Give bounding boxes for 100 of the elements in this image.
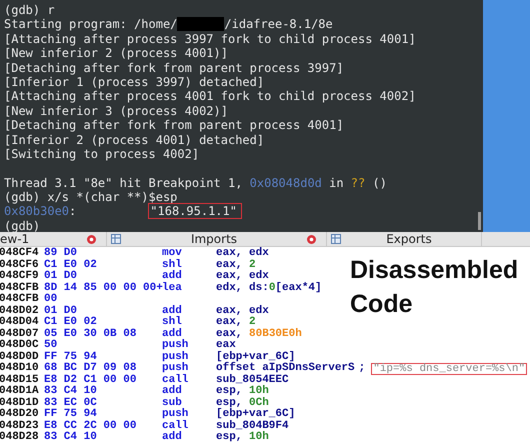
comment-separator: ; (358, 363, 366, 374)
opcode-bytes: 8D 14 85 00 00 00+ (44, 282, 162, 294)
address-text: 048CF6 (0, 260, 40, 270)
close-icon[interactable] (87, 234, 96, 244)
mnemonic-text: add (162, 386, 183, 397)
operand-text: [ebp+var_6C] (216, 352, 296, 362)
close-icon[interactable] (307, 234, 316, 244)
opcode-bytes: 01 D0 (44, 306, 78, 316)
operand-text: sub_8054EEC (216, 374, 289, 386)
terminal-text: [Switching to process 4002] (4, 146, 200, 161)
address-text: 048CFB (0, 282, 40, 294)
address-text: 048D0D (0, 352, 40, 362)
operand-text: eax, edx (216, 306, 269, 316)
mnemonic-text: shl (162, 317, 183, 328)
address-text: 048D04 (0, 317, 40, 328)
operand-text: eax, edx (216, 271, 269, 282)
terminal-text: in (328, 176, 345, 190)
terminal-text: [Detaching after fork from parent process 3997] (4, 60, 344, 75)
address-text: 048D15 (0, 374, 40, 386)
operand-text: eax, (216, 317, 244, 328)
opcode-bytes: FF 75 94 (44, 409, 98, 420)
mnemonic-text: shl (162, 260, 183, 270)
terminal-text: : (69, 204, 76, 218)
operand-text: offset aIpSDnsServerS (216, 363, 355, 374)
address-text: 048CF4 (0, 248, 40, 260)
operand-text: 10h (249, 386, 269, 397)
address-text: 048D28 (0, 432, 40, 442)
terminal-text: [Detaching after fork from parent process 4001] (4, 118, 344, 132)
terminal-text: /idafree-8.1/8e (224, 17, 333, 32)
terminal-text: 0x08048d0d (250, 176, 322, 190)
opcode-bytes: E8 D2 C1 00 00 (44, 374, 138, 386)
opcode-bytes: 00 (44, 294, 58, 306)
operand-text: edx, ds: (216, 282, 269, 294)
scrollbar-thumb[interactable] (478, 212, 481, 230)
terminal-text: [Attaching after process 4001 fork to child process 4002] (4, 89, 416, 104)
address-text: 048D10 (0, 363, 40, 374)
operand-text: eax, (216, 328, 244, 340)
mnemonic-text: push (162, 340, 190, 351)
terminal-text: 0x80b30e0 (4, 204, 70, 218)
operand-text: esp, (216, 398, 242, 408)
mnemonic-text: add (162, 271, 183, 282)
operand-text: 2 (249, 317, 256, 328)
redaction-block (177, 17, 224, 32)
mnemonic-text: add (162, 306, 183, 316)
address-text: 048D1D (0, 398, 40, 408)
mnemonic-text: push (162, 352, 190, 362)
operand-text: 10h (249, 432, 269, 442)
mnemonic-text: add (162, 328, 182, 340)
address-text: 048D23 (0, 420, 40, 432)
opcode-bytes: 83 C4 10 (44, 386, 98, 398)
opcode-bytes: 01 D0 (44, 271, 78, 282)
address-text: 048D1A (0, 386, 40, 398)
terminal-text: ?? (350, 176, 366, 190)
caption-text: Disassembled Code (350, 255, 520, 320)
operand-text: eax, (216, 260, 244, 271)
opcode-bytes: 05 E0 30 0B 08 (44, 328, 138, 340)
opcode-bytes: 68 BC D7 09 08 (44, 363, 138, 374)
terminal-text: (gdb) x/s *(char **)$esp (4, 190, 178, 204)
address-text: 048D07 (0, 328, 40, 340)
opcode-bytes: 89 D0 (44, 248, 78, 260)
operand-text: eax, edx (216, 248, 269, 260)
opcode-bytes: 50 (44, 340, 58, 352)
terminal-text: Thread 3.1 "8e" hit Breakpoint 1, (4, 176, 244, 190)
terminal-text: () (371, 176, 387, 190)
terminal-text: [New inferior 2 (process 4001)] (4, 46, 228, 60)
terminal-text: Starting program: /home/ (4, 17, 178, 32)
operand-text: esp, (216, 432, 244, 442)
operand-text: 0 (268, 282, 276, 294)
address-text: 048D0C (0, 340, 40, 352)
terminal-text: (gdb) (4, 218, 40, 232)
opcode-bytes: 83 EC 0C (44, 398, 98, 408)
tab[interactable]: Exports (327, 232, 482, 246)
tab[interactable]: ew-1 (0, 232, 107, 246)
address-text: 048CFB (0, 294, 40, 306)
operand-text: 0Ch (249, 398, 269, 408)
opcode-bytes: FF 75 94 (44, 352, 98, 362)
address-text: 048D20 (0, 409, 40, 420)
terminal-text: [New inferior 3 (process 4002)] (4, 104, 228, 118)
operand-text: [ebp+var_6C] (216, 409, 296, 420)
mnemonic-text: lea (162, 282, 183, 294)
opcode-bytes: C1 E0 02 (44, 260, 98, 270)
operand-text: 80B30E0h (249, 328, 302, 340)
opcode-bytes: 83 C4 10 (44, 432, 98, 442)
mnemonic-text: mov (162, 248, 183, 259)
address-text: 048D02 (0, 306, 40, 316)
terminal-text: (gdb) r (4, 3, 55, 17)
operand-text: 2 (249, 260, 256, 270)
string-comment: "ip=%s dns_server=%s\n" (371, 363, 528, 374)
opcode-bytes: E8 CC 2C 00 00 (44, 420, 138, 432)
terminal-text: [Inferior 1 (process 3997) detached] (4, 74, 264, 89)
mnemonic-text: call (162, 420, 190, 432)
terminal-text: [Inferior 2 (process 4001) detached] (4, 132, 264, 147)
opcode-bytes: C1 E0 02 (44, 317, 98, 328)
tab[interactable]: Imports (107, 232, 327, 246)
mnemonic-text: push (162, 363, 190, 374)
mnemonic-text: push (162, 409, 190, 420)
mnemonic-text: call (162, 374, 190, 386)
operand-text: esp, (216, 386, 244, 398)
operand-text: eax (216, 340, 236, 351)
operand-text: sub_804B9F4 (216, 420, 289, 432)
